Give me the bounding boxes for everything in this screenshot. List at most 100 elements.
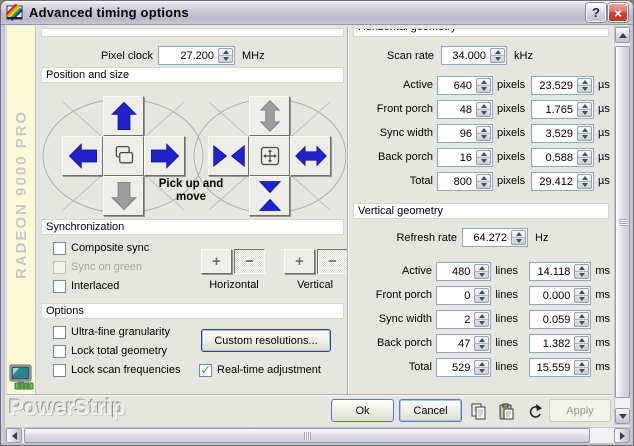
move-left-button[interactable]: [62, 136, 103, 176]
spin-up-button[interactable]: [578, 175, 591, 182]
spinner[interactable]: [574, 288, 589, 303]
value-field[interactable]: 2: [436, 310, 491, 329]
spinner[interactable]: [490, 48, 505, 63]
refresh-button[interactable]: [524, 401, 544, 421]
spin-up-button[interactable]: [575, 337, 588, 344]
help-button[interactable]: ?: [586, 3, 606, 22]
width-shrink-button[interactable]: [208, 136, 249, 176]
spin-down-button[interactable]: [491, 56, 504, 62]
time-field[interactable]: 14.118: [529, 262, 591, 281]
value-field[interactable]: 47: [436, 334, 491, 353]
spinner[interactable]: [474, 288, 489, 303]
spinner[interactable]: [474, 312, 489, 327]
time-field[interactable]: 23.529: [531, 76, 594, 95]
scroll-down-button[interactable]: [615, 408, 630, 424]
spinner[interactable]: [476, 102, 491, 117]
spin-down-button[interactable]: [475, 344, 488, 350]
position-pad-center-button[interactable]: [103, 136, 144, 176]
spin-down-button[interactable]: [578, 134, 591, 140]
spin-down-button[interactable]: [578, 86, 591, 92]
spin-down-button[interactable]: [578, 110, 591, 116]
spinner[interactable]: [577, 78, 592, 93]
spin-down-button[interactable]: [475, 272, 488, 278]
vertical-scrollbar[interactable]: [614, 26, 631, 425]
spin-up-button[interactable]: [512, 231, 525, 238]
interlaced-checkbox[interactable]: Interlaced: [53, 279, 119, 293]
spin-down-button[interactable]: [575, 272, 588, 278]
time-field[interactable]: 1.382: [529, 334, 591, 353]
lock-scan-frequencies-checkbox[interactable]: Lock scan frequencies: [53, 363, 180, 377]
spinner[interactable]: [577, 174, 592, 189]
value-field[interactable]: 529: [436, 358, 491, 377]
spinner[interactable]: [574, 360, 589, 375]
spin-down-button[interactable]: [578, 182, 591, 188]
horizontal-scrollbar[interactable]: [5, 427, 631, 444]
pixel-clock-field[interactable]: 27.200: [158, 46, 235, 65]
spin-down-button[interactable]: [475, 320, 488, 326]
height-shrink-button[interactable]: [249, 176, 290, 216]
spinner[interactable]: [574, 312, 589, 327]
spin-down-button[interactable]: [575, 296, 588, 302]
spin-down-button[interactable]: [477, 134, 490, 140]
vertical-minus-button[interactable]: −: [317, 249, 348, 274]
spin-down-button[interactable]: [219, 56, 232, 62]
spin-up-button[interactable]: [491, 49, 504, 56]
value-field[interactable]: 480: [436, 262, 491, 281]
spin-up-button[interactable]: [475, 313, 488, 320]
spin-down-button[interactable]: [512, 238, 525, 244]
spinner[interactable]: [511, 230, 526, 245]
spin-up-button[interactable]: [477, 103, 490, 110]
scroll-left-button[interactable]: [6, 428, 22, 443]
spin-up-button[interactable]: [477, 151, 490, 158]
custom-resolutions-button[interactable]: Custom resolutions...: [201, 329, 331, 352]
time-field[interactable]: 0.588: [531, 148, 594, 167]
horizontal-plus-button[interactable]: +: [201, 249, 232, 274]
spinner[interactable]: [476, 126, 491, 141]
copy-button[interactable]: [468, 401, 488, 421]
composite-sync-checkbox[interactable]: Composite sync: [53, 241, 149, 255]
height-expand-button[interactable]: [249, 96, 290, 136]
vertical-scroll-thumb[interactable]: [615, 46, 630, 398]
realtime-adjustment-checkbox[interactable]: ✓ Real-time adjustment: [199, 363, 321, 377]
value-field[interactable]: 640: [437, 76, 493, 95]
spin-up-button[interactable]: [477, 79, 490, 86]
spin-up-button[interactable]: [475, 337, 488, 344]
spin-up-button[interactable]: [575, 313, 588, 320]
time-field[interactable]: 15.559: [529, 358, 591, 377]
scroll-up-button[interactable]: [615, 27, 630, 43]
spin-down-button[interactable]: [477, 182, 490, 188]
spinner[interactable]: [218, 48, 233, 63]
window-titlebar[interactable]: Advanced timing options ? ×: [1, 1, 633, 25]
ultra-fine-granularity-checkbox[interactable]: Ultra-fine granularity: [53, 325, 170, 339]
spinner[interactable]: [574, 336, 589, 351]
spin-up-button[interactable]: [475, 265, 488, 272]
scroll-right-button[interactable]: [614, 428, 630, 443]
move-up-button[interactable]: [103, 96, 144, 136]
spinner[interactable]: [474, 336, 489, 351]
spinner[interactable]: [574, 264, 589, 279]
spin-down-button[interactable]: [475, 368, 488, 374]
value-field[interactable]: 96: [437, 124, 493, 143]
spin-down-button[interactable]: [578, 158, 591, 164]
value-field[interactable]: 0: [436, 286, 491, 305]
spinner[interactable]: [474, 264, 489, 279]
close-button[interactable]: ×: [608, 3, 628, 22]
spin-up-button[interactable]: [219, 49, 232, 56]
ok-button[interactable]: Ok: [331, 399, 394, 422]
time-field[interactable]: 3.529: [531, 124, 594, 143]
refresh-rate-field[interactable]: 64.272: [462, 228, 528, 247]
spin-down-button[interactable]: [575, 368, 588, 374]
paste-button[interactable]: [496, 401, 516, 421]
spinner[interactable]: [476, 150, 491, 165]
spin-up-button[interactable]: [575, 289, 588, 296]
spin-up-button[interactable]: [578, 127, 591, 134]
spinner[interactable]: [476, 78, 491, 93]
spin-up-button[interactable]: [575, 265, 588, 272]
spin-down-button[interactable]: [475, 296, 488, 302]
value-field[interactable]: 800: [437, 172, 493, 191]
spin-up-button[interactable]: [578, 151, 591, 158]
width-expand-button[interactable]: [290, 136, 331, 176]
spin-down-button[interactable]: [477, 86, 490, 92]
spinner[interactable]: [577, 150, 592, 165]
horizontal-scroll-thumb[interactable]: [24, 428, 590, 443]
